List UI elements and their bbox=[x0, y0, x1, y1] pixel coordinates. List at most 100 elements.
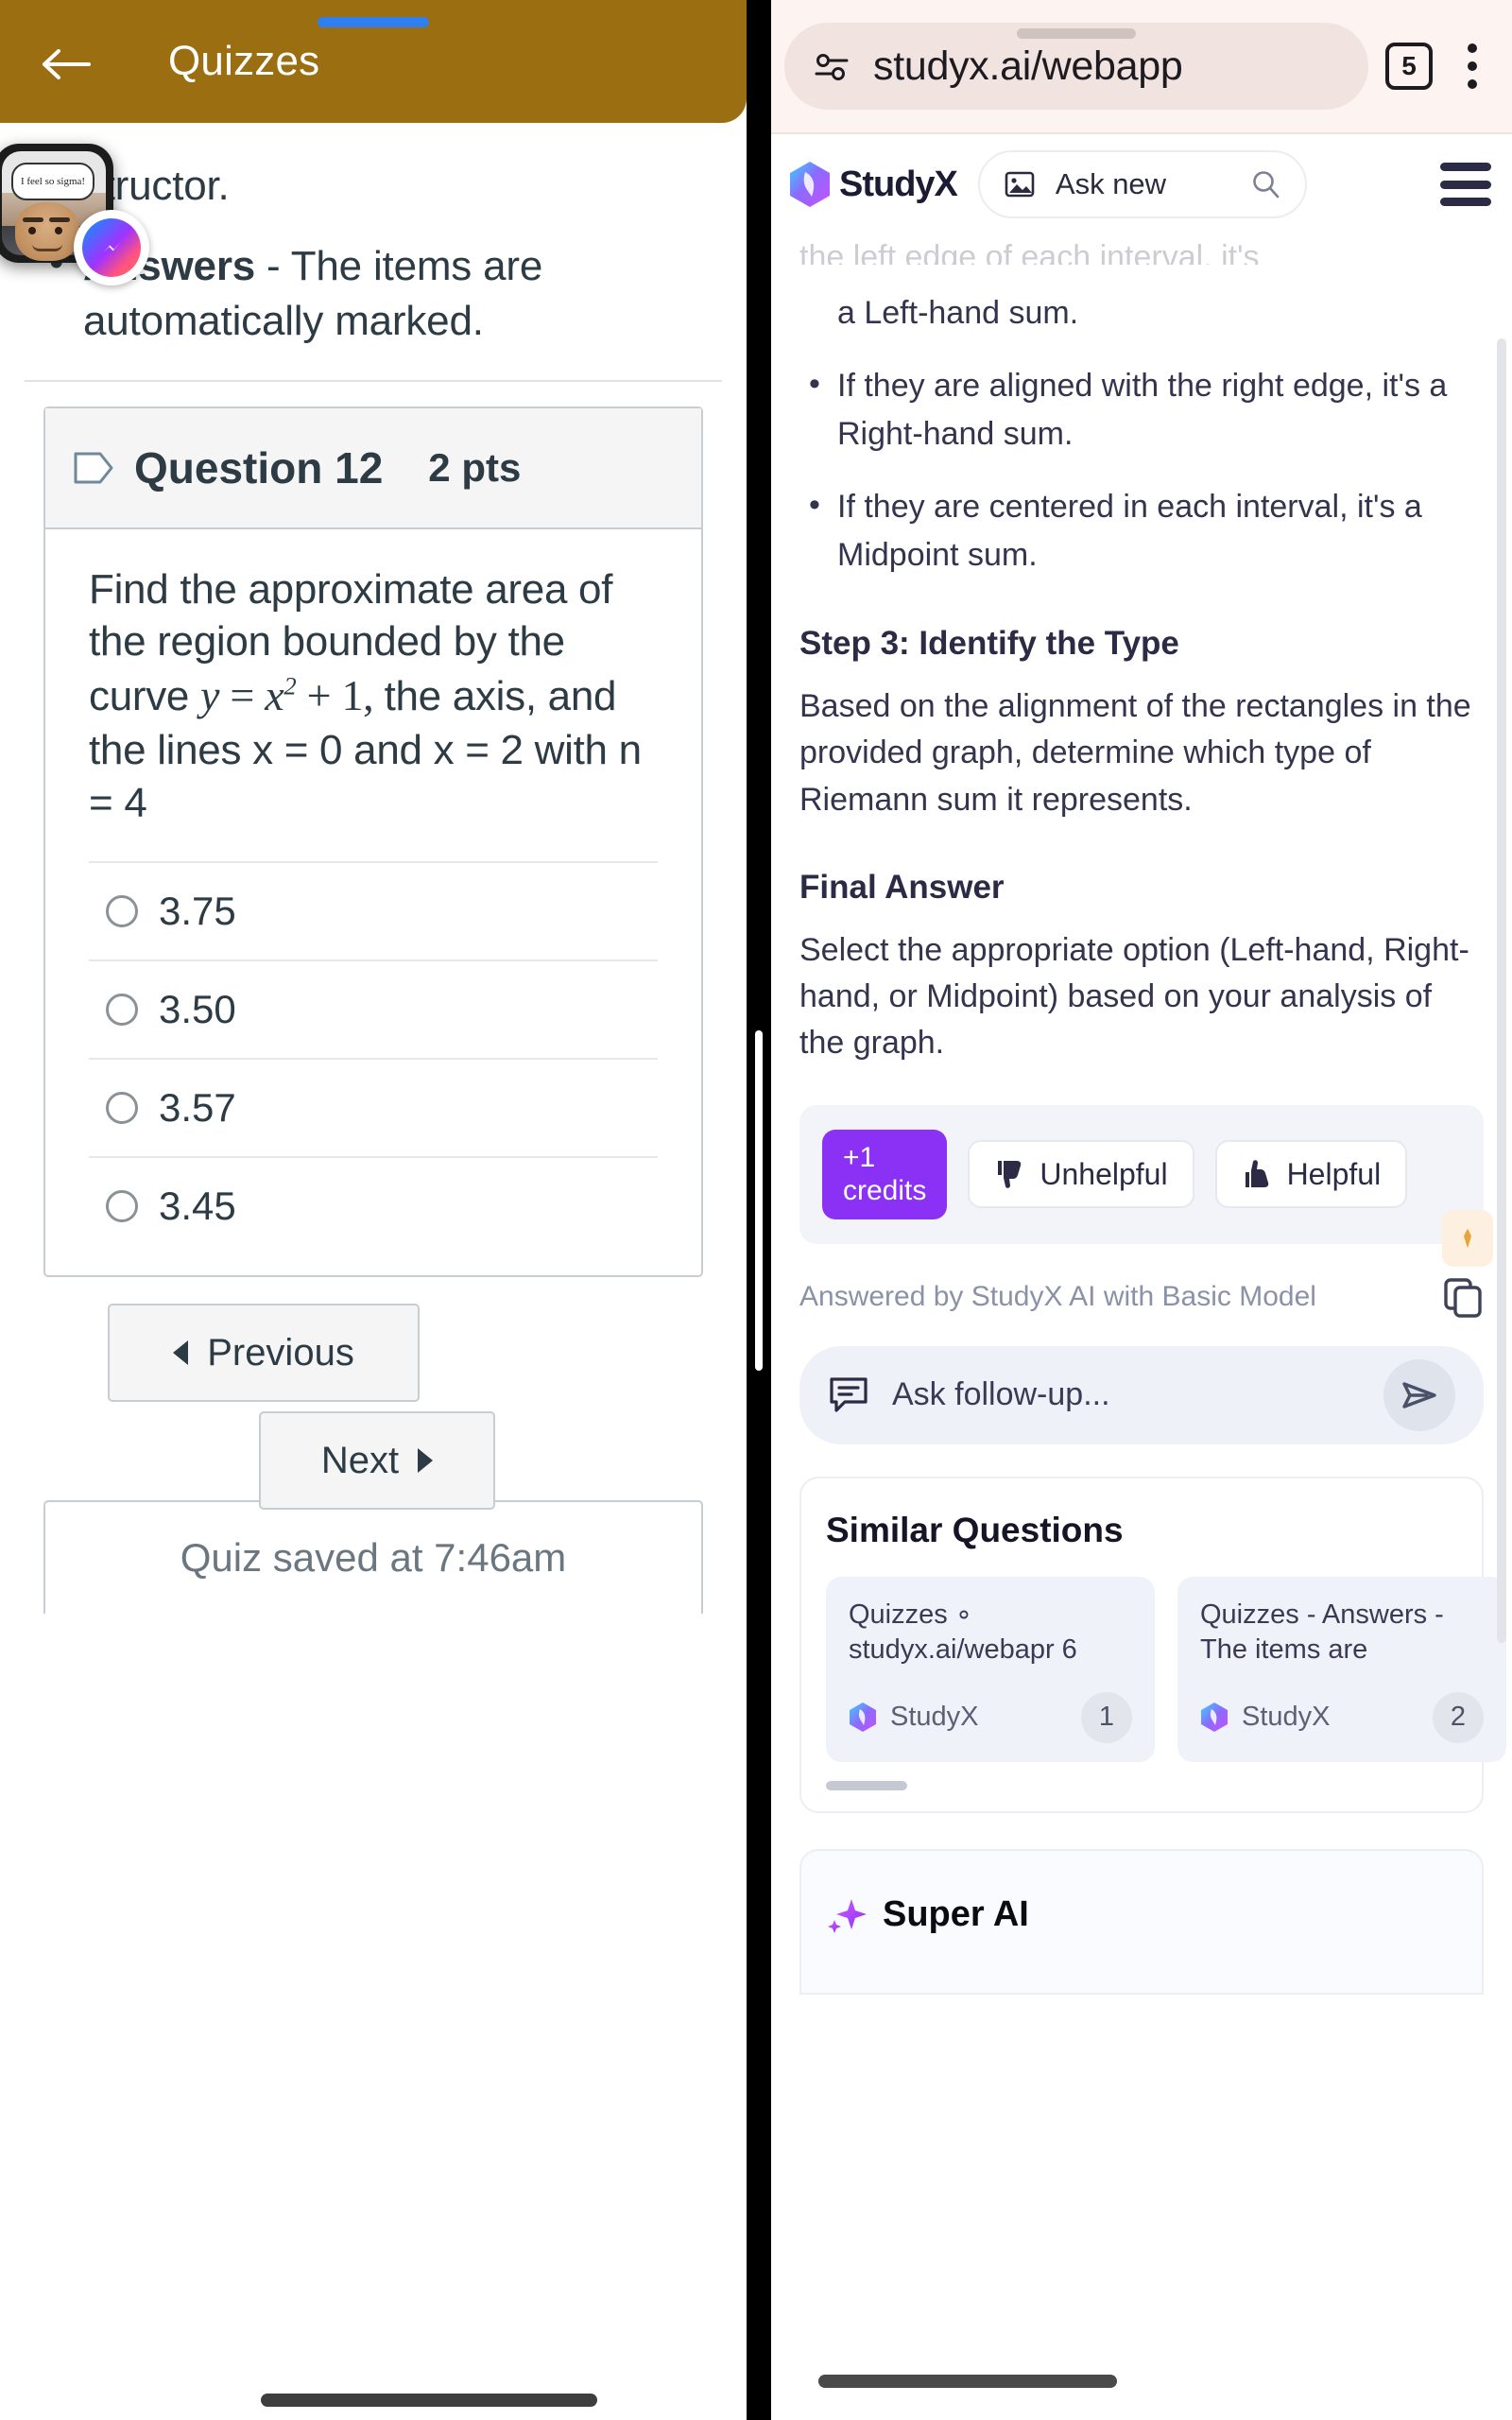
address-bar[interactable]: studyx.ai/webapp bbox=[784, 23, 1368, 110]
followup-placeholder: Ask follow-up... bbox=[892, 1376, 1110, 1413]
chevron-left-icon bbox=[173, 1340, 189, 1366]
previous-button-label: Previous bbox=[207, 1331, 354, 1374]
tab-counter-button[interactable]: 5 bbox=[1385, 43, 1433, 90]
math-lhs: y bbox=[200, 671, 220, 720]
avatar-face bbox=[15, 202, 79, 261]
similar-questions-scrollbar[interactable] bbox=[826, 1780, 907, 1790]
similar-question-item[interactable]: Quizzes - Answers - The items are StudyX… bbox=[1177, 1576, 1506, 1762]
step3-body: Based on the alignment of the rectangles… bbox=[799, 688, 1471, 818]
answer-option[interactable]: 3.50 bbox=[89, 959, 658, 1058]
quiz-saved-text: Quiz saved at 7:46am bbox=[180, 1535, 567, 1581]
gesture-bar-right bbox=[818, 2375, 1117, 2388]
studyx-logo[interactable]: StudyX bbox=[788, 161, 958, 208]
answer-option-label: 3.50 bbox=[159, 987, 236, 1032]
similar-questions-row[interactable]: Quizzes ∘ studyx.ai/webapr 6 StudyX 1 Qu… bbox=[826, 1576, 1506, 1762]
similar-question-count: 1 bbox=[1081, 1691, 1132, 1743]
studyx-app-header: StudyX Ask new bbox=[771, 134, 1512, 234]
math-plus: + bbox=[306, 671, 332, 720]
similar-question-count: 2 bbox=[1433, 1691, 1484, 1743]
ask-new-button[interactable]: Ask new bbox=[977, 150, 1307, 218]
studyx-hex-icon bbox=[1200, 1702, 1228, 1733]
drag-handle[interactable] bbox=[1017, 28, 1136, 39]
answer-bullet: If they are centered in each interval, i… bbox=[799, 481, 1484, 579]
next-button-label: Next bbox=[320, 1439, 400, 1481]
floating-action-button[interactable] bbox=[1442, 1210, 1493, 1267]
kebab-menu-icon[interactable] bbox=[1446, 38, 1499, 95]
radio-button[interactable] bbox=[106, 1092, 138, 1125]
ask-new-label: Ask new bbox=[1055, 167, 1167, 200]
search-icon[interactable] bbox=[1250, 169, 1280, 199]
previous-button[interactable]: Previous bbox=[108, 1304, 420, 1403]
answer-options-list: 3.75 3.50 3.57 3.45 bbox=[89, 861, 658, 1254]
super-ai-title: Super AI bbox=[883, 1894, 1029, 1935]
similar-question-text: Quizzes ∘ studyx.ai/webapr 6 bbox=[849, 1599, 1077, 1666]
studyx-hex-icon bbox=[788, 161, 832, 208]
answer-option[interactable]: 3.57 bbox=[89, 1058, 658, 1156]
radio-button[interactable] bbox=[106, 895, 138, 928]
similar-question-footer: StudyX 1 bbox=[849, 1691, 1132, 1743]
clipped-answer-continuation: a Left-hand sum. bbox=[837, 295, 1079, 331]
math-exponent: 2 bbox=[284, 671, 297, 700]
send-icon[interactable] bbox=[1383, 1358, 1455, 1431]
attribution-text: Answered by StudyX AI with Basic Model bbox=[799, 1280, 1316, 1312]
unhelpful-button[interactable]: Unhelpful bbox=[968, 1140, 1194, 1209]
radio-button[interactable] bbox=[106, 1190, 138, 1223]
studyx-hex-icon bbox=[849, 1702, 877, 1733]
status-bar-pill bbox=[318, 17, 429, 27]
answer-option-label: 3.57 bbox=[159, 1085, 236, 1131]
attribution-row: Answered by StudyX AI with Basic Model bbox=[799, 1276, 1484, 1318]
studyx-wordmark: StudyX bbox=[839, 164, 958, 204]
final-answer-heading: Final Answer bbox=[799, 868, 1005, 906]
quiz-saved-banner: Quiz saved at 7:46am bbox=[43, 1500, 703, 1615]
avatar-eye-right bbox=[55, 227, 62, 234]
question-math-formula: y = x2 + 1, bbox=[200, 671, 385, 719]
avatar-brow-left bbox=[23, 217, 43, 222]
question-card: Question 12 2 pts Find the approximate a… bbox=[43, 406, 703, 1278]
similar-question-brand: StudyX bbox=[890, 1702, 979, 1733]
sparkle-icon bbox=[826, 1894, 868, 1936]
question-number: Question 12 bbox=[134, 442, 384, 493]
answer-option-label: 3.45 bbox=[159, 1184, 236, 1229]
chrome-browser-pane: studyx.ai/webapp 5 StudyX Ask new the le… bbox=[771, 0, 1512, 2420]
answer-option[interactable]: 3.45 bbox=[89, 1156, 658, 1254]
question-text: Find the approximate area of the region … bbox=[89, 563, 658, 830]
similar-question-brand: StudyX bbox=[1242, 1702, 1331, 1733]
messenger-icon[interactable] bbox=[74, 210, 149, 285]
split-screen-divider[interactable] bbox=[747, 0, 771, 2420]
math-constant: 1 bbox=[341, 671, 364, 720]
credits-badge[interactable]: +1 credits bbox=[822, 1129, 948, 1219]
similar-question-item[interactable]: Quizzes ∘ studyx.ai/webapr 6 StudyX 1 bbox=[826, 1576, 1155, 1762]
next-button[interactable]: Next bbox=[259, 1411, 495, 1511]
url-text: studyx.ai/webapp bbox=[873, 43, 1183, 89]
super-ai-card[interactable]: Super AI bbox=[799, 1848, 1484, 1995]
followup-input[interactable]: Ask follow-up... bbox=[799, 1345, 1484, 1444]
answer-option[interactable]: 3.75 bbox=[89, 861, 658, 959]
super-ai-row: Super AI bbox=[826, 1894, 1457, 1936]
chevron-right-icon bbox=[418, 1448, 434, 1474]
credits-unit: credits bbox=[843, 1175, 927, 1207]
similar-questions-card: Similar Questions Quizzes ∘ studyx.ai/we… bbox=[799, 1476, 1506, 1813]
credits-amount: +1 bbox=[843, 1141, 876, 1173]
hamburger-icon[interactable] bbox=[1440, 163, 1491, 206]
similar-question-text: Quizzes - Answers - The items are bbox=[1200, 1599, 1444, 1666]
scrollbar[interactable] bbox=[1497, 338, 1506, 1643]
radio-button[interactable] bbox=[106, 994, 138, 1027]
answer-bullet: If they are aligned with the right edge,… bbox=[799, 360, 1484, 458]
canvas-app-bar: Quizzes bbox=[0, 0, 747, 123]
quiz-navigation: Previous Next bbox=[43, 1277, 703, 1511]
thumbs-down-icon bbox=[994, 1159, 1026, 1189]
tune-icon[interactable] bbox=[813, 50, 850, 82]
back-arrow-icon[interactable] bbox=[40, 45, 93, 83]
final-answer-body: Select the appropriate option (Left-hand… bbox=[799, 931, 1469, 1062]
avatar-mouth bbox=[32, 244, 62, 251]
math-variable: x bbox=[265, 671, 284, 720]
helpful-button[interactable]: Helpful bbox=[1214, 1140, 1408, 1209]
question-body: Find the approximate area of the region … bbox=[45, 529, 701, 1276]
gesture-bar-left bbox=[261, 2394, 597, 2407]
copy-icon[interactable] bbox=[1442, 1276, 1484, 1318]
quiz-scroll-body: instructor. Answers - The items are auto… bbox=[0, 123, 747, 2420]
studyx-answer-scroll[interactable]: the left edge of each interval, it's a L… bbox=[771, 234, 1512, 2420]
avatar-eye-left bbox=[28, 227, 36, 234]
divider-grip-handle[interactable] bbox=[755, 1030, 763, 1371]
clipped-answer-line: the left edge of each interval, it's bbox=[799, 239, 1260, 265]
